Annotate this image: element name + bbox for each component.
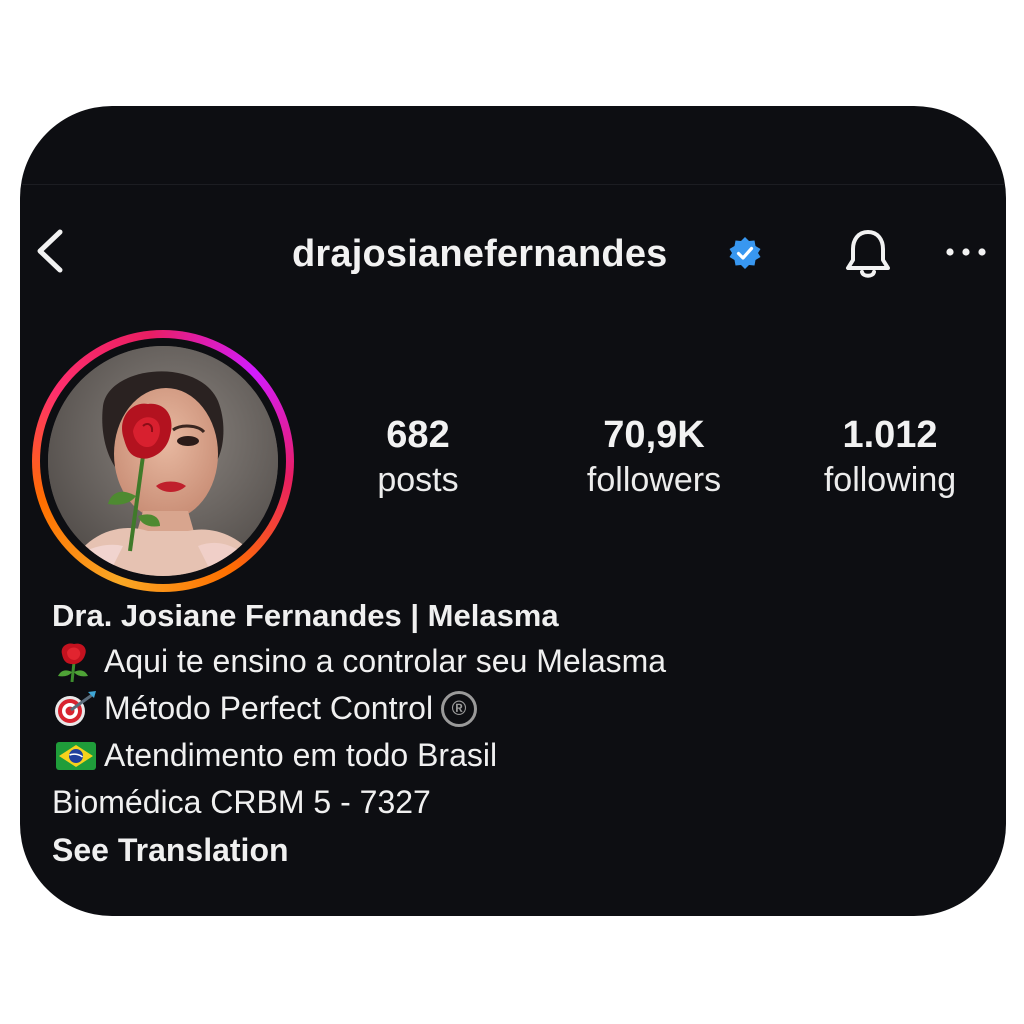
followers-label: followers bbox=[586, 461, 722, 499]
followers-count: 70,9K bbox=[603, 414, 705, 456]
target-dart-emoji bbox=[55, 690, 96, 726]
following-label: following bbox=[823, 461, 957, 499]
more-horizontal-icon[interactable] bbox=[942, 240, 990, 264]
profile-header: drajosianefernandes bbox=[20, 216, 1006, 286]
profile-username: drajosianefernandes bbox=[292, 233, 668, 275]
following-count: 1.012 bbox=[842, 414, 938, 456]
bio-line: Aqui te ensino a controlar seu Melasma bbox=[52, 638, 666, 685]
bell-icon[interactable] bbox=[838, 224, 898, 284]
top-divider bbox=[20, 184, 1006, 185]
bio-line: Atendimento em todo Brasil bbox=[52, 732, 666, 779]
posts-count: 682 bbox=[386, 414, 450, 456]
profile-card: drajosianefernandes 682 posts 70,9K foll… bbox=[20, 106, 1006, 916]
avatar-portrait bbox=[48, 346, 278, 576]
bio-line-2: Método Perfect Control bbox=[104, 690, 434, 726]
back-chevron-icon[interactable] bbox=[30, 226, 70, 276]
rose-emoji bbox=[58, 642, 88, 682]
following-stat[interactable]: 1.012 following bbox=[780, 412, 1000, 502]
posts-stat[interactable]: 682 posts bbox=[308, 412, 528, 502]
bio-line: Método Perfect Control ® bbox=[52, 685, 666, 732]
story-ring[interactable] bbox=[32, 330, 294, 592]
verified-badge-icon bbox=[729, 237, 761, 269]
posts-label: posts bbox=[377, 461, 459, 499]
registered-mark: ® bbox=[441, 690, 478, 727]
brazil-flag-emoji bbox=[56, 741, 96, 770]
bio-line-3: Atendimento em todo Brasil bbox=[104, 737, 498, 773]
profile-bio: Dra. Josiane Fernandes | Melasma Aqui te… bbox=[52, 594, 666, 874]
bio-line-4: Biomédica CRBM 5 - 7327 bbox=[52, 784, 431, 820]
followers-stat[interactable]: 70,9K followers bbox=[544, 412, 764, 502]
avatar[interactable] bbox=[48, 346, 278, 576]
bio-line-1: Aqui te ensino a controlar seu Melasma bbox=[104, 643, 667, 679]
bio-line: Biomédica CRBM 5 - 7327 bbox=[52, 779, 666, 826]
see-translation-link[interactable]: See Translation bbox=[52, 826, 666, 874]
profile-display-name: Dra. Josiane Fernandes | Melasma bbox=[52, 598, 559, 633]
